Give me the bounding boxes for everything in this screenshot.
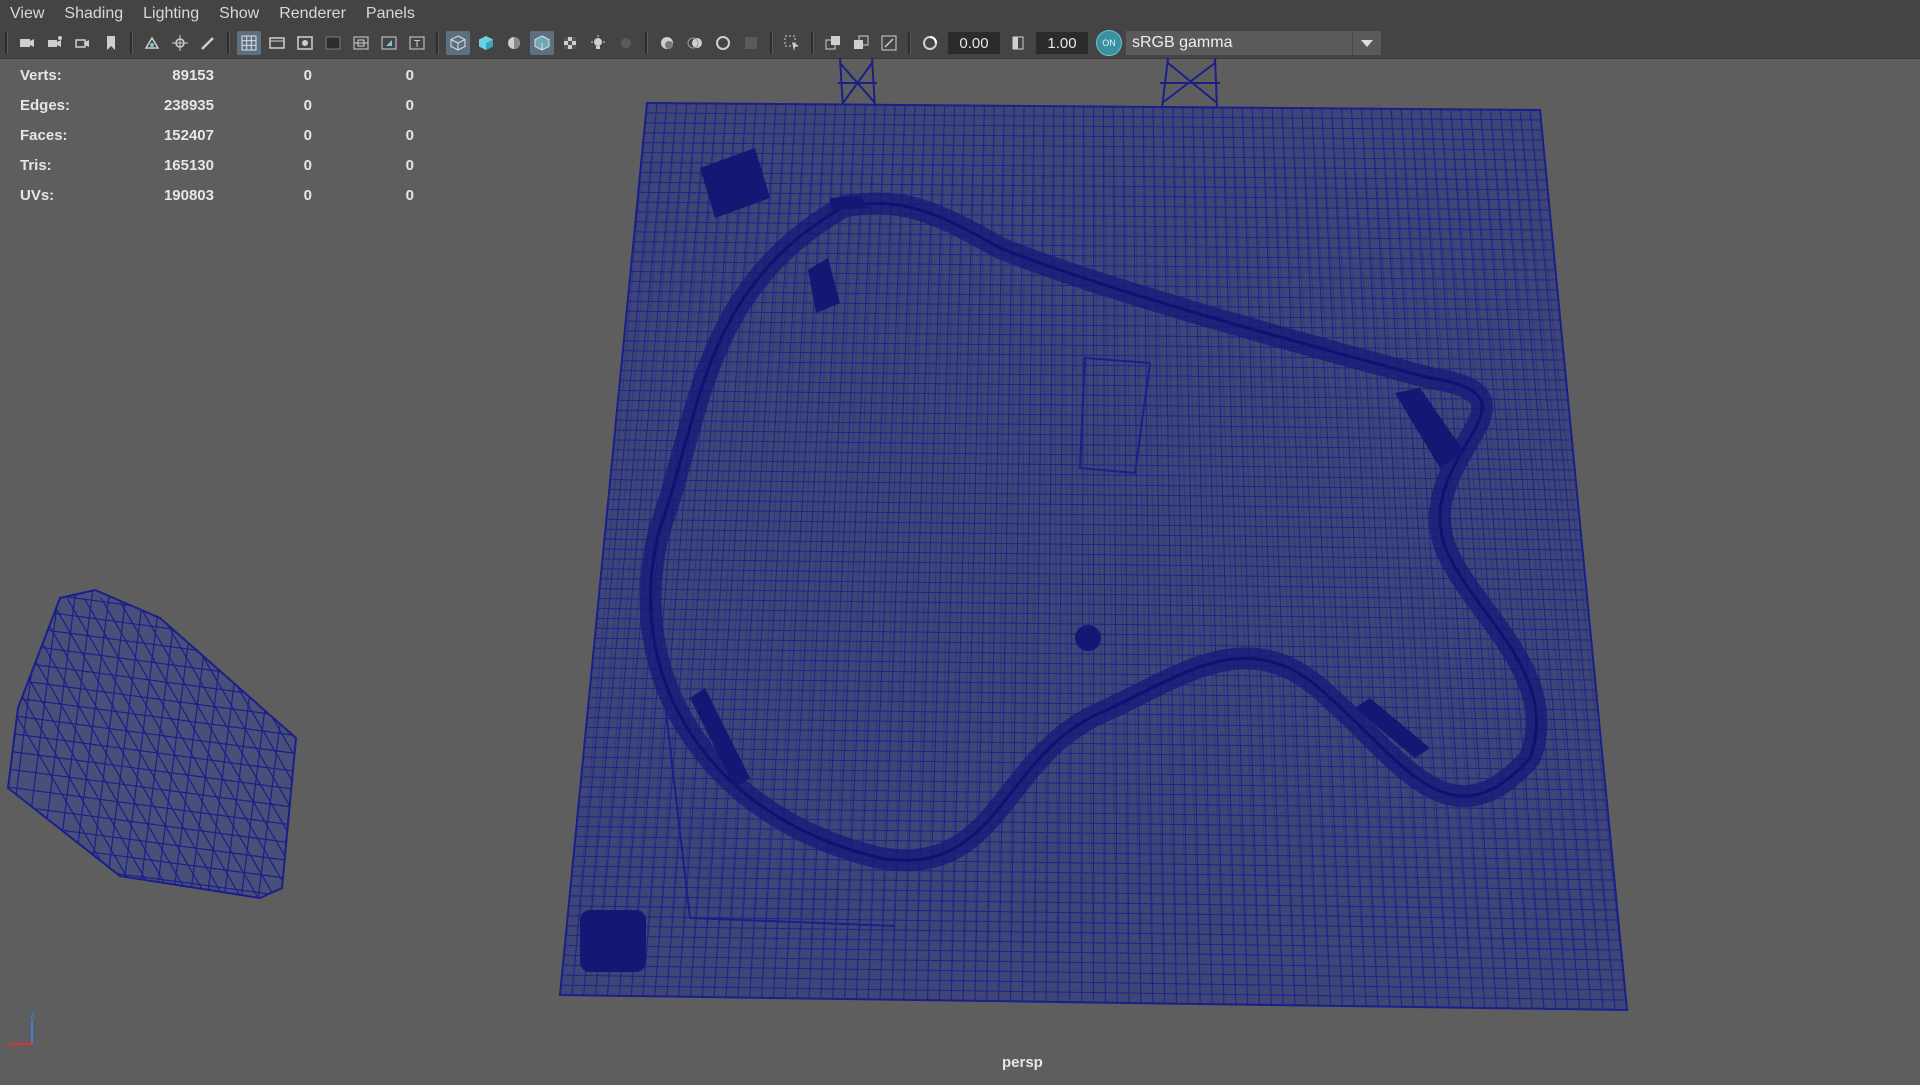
toolbar-separator	[227, 32, 230, 54]
toolbar-separator	[436, 32, 439, 54]
smooth-shade-icon[interactable]	[474, 31, 498, 55]
resolution-gate-icon[interactable]	[293, 31, 317, 55]
menu-panels[interactable]: Panels	[356, 0, 425, 28]
poly-count-hud: Verts: 89153 0 0 Edges: 238935 0 0 Faces…	[20, 60, 414, 210]
axis-x-label: x	[8, 1040, 14, 1050]
viewport-panel[interactable]	[0, 58, 1920, 1080]
tower-right	[1160, 58, 1220, 108]
color-management-icon[interactable]: ON	[1096, 30, 1122, 56]
gate-mask-icon[interactable]	[321, 31, 345, 55]
camera-name-label: persp	[1002, 1054, 1043, 1071]
toolbar-separator	[908, 32, 911, 54]
tower-left	[838, 58, 877, 108]
field-chart-icon[interactable]	[349, 31, 373, 55]
svg-text:T: T	[413, 39, 421, 50]
xray-icon[interactable]	[821, 31, 845, 55]
grid-icon[interactable]	[237, 31, 261, 55]
toolbar-separator	[811, 32, 814, 54]
lights-icon[interactable]	[586, 31, 610, 55]
camera-select-icon[interactable]	[71, 31, 95, 55]
menu-renderer[interactable]: Renderer	[269, 0, 356, 28]
hud-row-faces: Faces: 152407 0 0	[20, 120, 414, 150]
menu-shading[interactable]: Shading	[54, 0, 133, 28]
2d-pan-zoom-icon[interactable]	[168, 31, 192, 55]
motion-blur-icon[interactable]	[683, 31, 707, 55]
camera-icon[interactable]	[15, 31, 39, 55]
panel-toolbar: T 0.00 1.00 ON sRGB gamma	[0, 28, 1920, 59]
safe-action-icon[interactable]	[377, 31, 401, 55]
menu-show[interactable]: Show	[209, 0, 269, 28]
textured-icon[interactable]	[558, 31, 582, 55]
bookmark-icon[interactable]	[99, 31, 123, 55]
hud-row-tris: Tris: 165130 0 0	[20, 150, 414, 180]
axis-z-label: z	[30, 1010, 35, 1021]
chevron-down-icon[interactable]	[1352, 31, 1381, 55]
toolbar-separator	[130, 32, 133, 54]
exposure-icon[interactable]	[918, 31, 942, 55]
default-material-icon[interactable]	[502, 31, 526, 55]
toolbar-handle[interactable]	[5, 32, 8, 54]
menu-view[interactable]: View	[0, 0, 54, 28]
gamma-icon[interactable]	[1006, 31, 1030, 55]
image-plane-icon[interactable]	[140, 31, 164, 55]
scene-wireframe[interactable]	[0, 58, 1920, 1080]
film-gate-icon[interactable]	[265, 31, 289, 55]
hud-row-edges: Edges: 238935 0 0	[20, 90, 414, 120]
toolbar-separator	[645, 32, 648, 54]
wireframe-on-shaded-icon[interactable]	[530, 31, 554, 55]
view-transform-select[interactable]: sRGB gamma	[1126, 31, 1352, 55]
xray-components-icon[interactable]	[877, 31, 901, 55]
isolate-select-icon[interactable]	[780, 31, 804, 55]
xray-joints-icon[interactable]	[849, 31, 873, 55]
grease-pencil-icon[interactable]	[196, 31, 220, 55]
menu-bar: View Shading Lighting Show Renderer Pane…	[0, 0, 1920, 28]
menu-lighting[interactable]: Lighting	[133, 0, 209, 28]
hud-row-uvs: UVs: 190803 0 0	[20, 180, 414, 210]
toolbar-separator	[770, 32, 773, 54]
camera-attributes-icon[interactable]	[43, 31, 67, 55]
gamma-field[interactable]: 1.00	[1036, 32, 1088, 54]
depth-of-field-icon[interactable]	[739, 31, 763, 55]
view-axis-indicator: z x	[8, 1006, 48, 1050]
shadows-icon[interactable]	[614, 31, 638, 55]
screen-space-ao-icon[interactable]	[655, 31, 679, 55]
wireframe-icon[interactable]	[446, 31, 470, 55]
safe-title-icon[interactable]: T	[405, 31, 429, 55]
hud-row-verts: Verts: 89153 0 0	[20, 60, 414, 90]
exposure-field[interactable]: 0.00	[948, 32, 1000, 54]
antialiasing-icon[interactable]	[711, 31, 735, 55]
